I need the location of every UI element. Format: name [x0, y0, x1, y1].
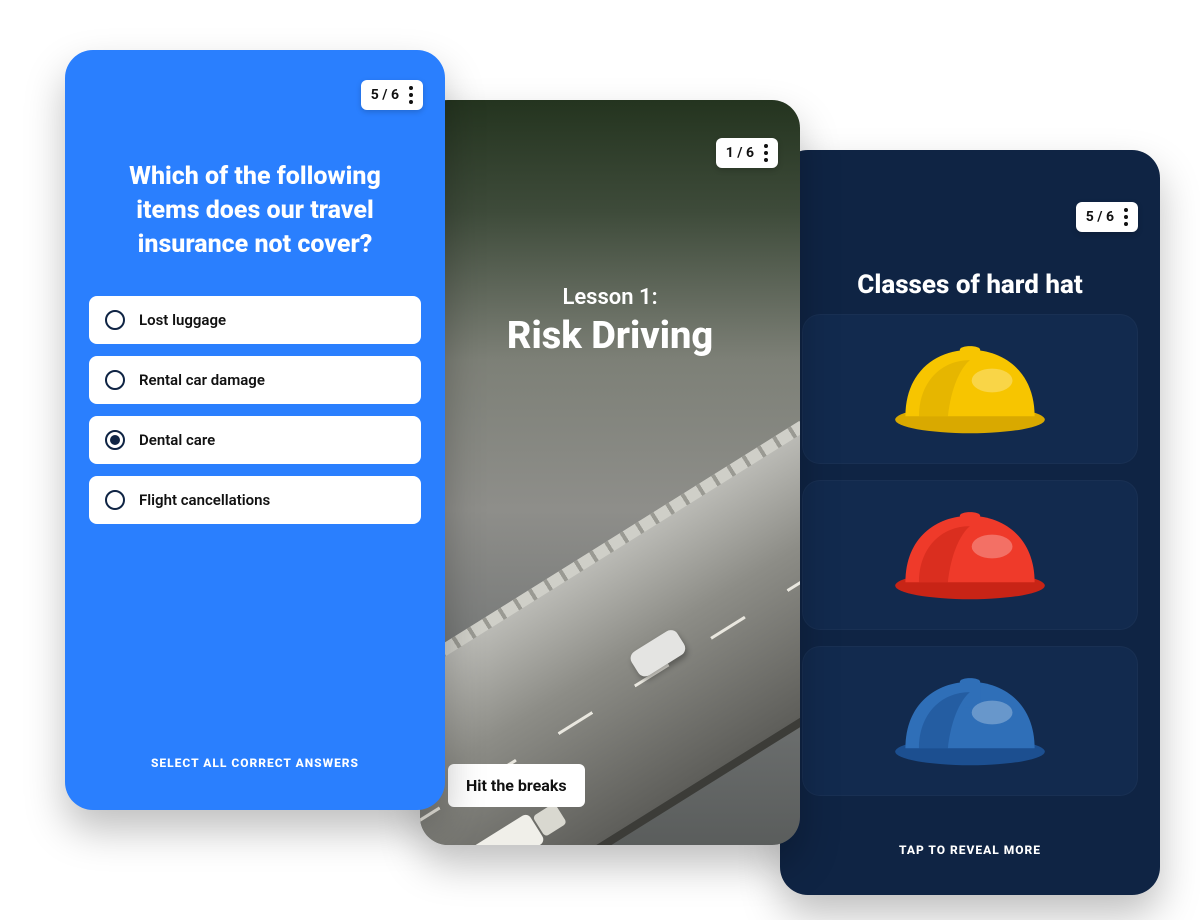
- pager-text: 5 / 6: [371, 87, 399, 103]
- select-all-hint: SELECT ALL CORRECT ANSWERS: [65, 756, 445, 810]
- hit-the-breaks-button[interactable]: Hit the breaks: [448, 764, 585, 807]
- radio-icon: [105, 310, 125, 330]
- pager-badge: 1 / 6: [716, 138, 778, 168]
- pager-badge: 5 / 6: [361, 80, 423, 110]
- kebab-menu-icon[interactable]: [409, 86, 413, 104]
- kebab-menu-icon[interactable]: [1124, 208, 1128, 226]
- quiz-option[interactable]: Lost luggage: [89, 296, 421, 344]
- hard-hat-icon: [885, 500, 1055, 610]
- hit-the-breaks-label: Hit the breaks: [466, 776, 567, 795]
- kebab-menu-icon[interactable]: [764, 144, 768, 162]
- radio-icon: [105, 430, 125, 450]
- quiz-option[interactable]: Flight cancellations: [89, 476, 421, 524]
- hard-hat-tile[interactable]: [802, 646, 1138, 796]
- hard-hat-list: [802, 314, 1138, 796]
- radio-icon: [105, 490, 125, 510]
- pager-text: 5 / 6: [1086, 209, 1114, 225]
- quiz-option[interactable]: Rental car damage: [89, 356, 421, 404]
- quiz-option-label: Flight cancellations: [139, 491, 270, 509]
- hard-hat-title: Classes of hard hat: [804, 270, 1136, 300]
- quiz-options: Lost luggage Rental car damage Dental care…: [89, 296, 421, 524]
- hard-hat-card: 5 / 6 Classes of hard hat TAP TO REVEAL …: [780, 150, 1160, 895]
- quiz-option-label: Lost luggage: [139, 311, 226, 329]
- quiz-option[interactable]: Dental care: [89, 416, 421, 464]
- hard-hat-icon: [885, 334, 1055, 444]
- hard-hat-tile[interactable]: [802, 314, 1138, 464]
- quiz-card: 5 / 6 Which of the following items does …: [65, 50, 445, 810]
- pager-badge: 5 / 6: [1076, 202, 1138, 232]
- pager-text: 1 / 6: [726, 145, 754, 161]
- lesson-card: 1 / 6 Lesson 1: Risk Driving Hit the bre…: [420, 100, 800, 845]
- quiz-question: Which of the following items does our tr…: [95, 160, 415, 261]
- quiz-option-label: Rental car damage: [139, 371, 265, 389]
- quiz-option-label: Dental care: [139, 431, 215, 449]
- tap-to-reveal-hint: TAP TO REVEAL MORE: [780, 843, 1160, 895]
- hard-hat-icon: [885, 666, 1055, 776]
- hard-hat-tile[interactable]: [802, 480, 1138, 630]
- radio-icon: [105, 370, 125, 390]
